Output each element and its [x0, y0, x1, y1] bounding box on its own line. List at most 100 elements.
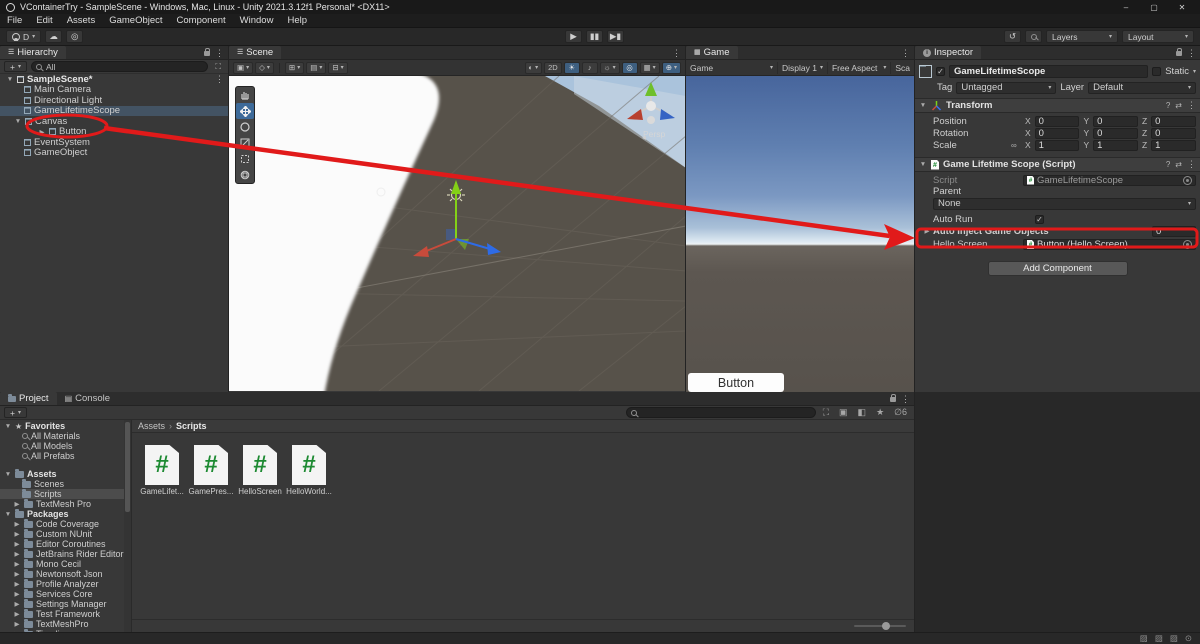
snap-settings-button[interactable]: ⊟ ▾	[328, 61, 348, 74]
foldout-closed-icon[interactable]: ▶	[13, 520, 21, 528]
tree-all-models[interactable]: All Models	[0, 441, 124, 451]
foldout-closed-icon[interactable]: ▶	[13, 500, 21, 508]
position-z-field[interactable]: 0	[1151, 115, 1196, 127]
position-y-field[interactable]: 0	[1093, 115, 1138, 127]
foldout-closed-icon[interactable]: ▶	[13, 600, 21, 608]
open-asset-icon[interactable]: ▣	[836, 407, 851, 418]
foldout-closed-icon[interactable]: ▶	[13, 560, 21, 568]
project-add-button[interactable]: + ▾	[4, 407, 27, 418]
component-menu-icon[interactable]: ⋮	[1187, 159, 1196, 170]
layers-dropdown[interactable]: Layers ▾	[1046, 30, 1118, 43]
rotate-tool-button[interactable]	[236, 119, 254, 135]
foldout-closed-icon[interactable]: ▶	[13, 530, 21, 538]
hierarchy-row-gameobject[interactable]: GameObject	[0, 147, 228, 158]
tree-scripts[interactable]: Scripts	[0, 488, 124, 499]
pivot-rotation-button[interactable]: ◇ ▾	[255, 61, 274, 74]
tree-all-materials[interactable]: All Materials	[0, 431, 124, 441]
object-picker-icon[interactable]	[1183, 175, 1192, 185]
gizmos-button[interactable]: ⊕ ▾	[661, 61, 681, 74]
active-checkbox[interactable]: ✓	[936, 66, 945, 76]
tool-settings-button[interactable]: ▣ ▾	[233, 61, 254, 74]
lock-icon[interactable]	[890, 394, 896, 402]
display-dropdown[interactable]: Display 1 ▾	[778, 61, 828, 74]
hierarchy-row-scene[interactable]: ▼ SampleScene* ⋮	[0, 74, 228, 85]
tree-scenes[interactable]: Scenes	[0, 478, 124, 489]
hierarchy-row-gamelifetimescope[interactable]: GameLifetimeScope	[0, 105, 228, 116]
search-button[interactable]	[1025, 30, 1042, 43]
persp-label[interactable]: Persp	[643, 129, 665, 139]
project-tree-scrollbar[interactable]	[124, 420, 131, 632]
presets-icon[interactable]: ⇄	[1175, 101, 1182, 110]
object-picker-icon[interactable]	[1183, 240, 1192, 249]
tree-package-item[interactable]: ▶ Custom NUnit	[0, 528, 124, 539]
rotation-x-field[interactable]: 0	[1034, 127, 1080, 139]
search-by-type-icon[interactable]: ⛶	[820, 407, 832, 418]
panel-menu-icon[interactable]: ⋮	[901, 48, 910, 59]
file-item[interactable]: # HelloWorld...	[286, 445, 332, 619]
label-filter-icon[interactable]: ◧	[855, 407, 870, 418]
project-search-input[interactable]	[625, 407, 816, 418]
chevron-down-icon[interactable]: ▾	[1193, 68, 1196, 75]
scale-y-field[interactable]: 1	[1093, 139, 1138, 151]
camera-settings-button[interactable]: ▦ ▾	[639, 61, 660, 74]
hierarchy-search-input[interactable]: All	[30, 61, 209, 72]
game-viewport[interactable]: Button	[686, 76, 914, 392]
file-item[interactable]: # GameLifet...	[140, 445, 184, 619]
foldout-closed-icon[interactable]: ▶	[13, 550, 21, 558]
foldout-closed-icon[interactable]: ▶	[13, 570, 21, 578]
tree-package-item[interactable]: ▶ Settings Manager	[0, 598, 124, 609]
tab-scene[interactable]: ☰ Scene	[229, 46, 282, 59]
play-button[interactable]: ▶	[565, 30, 582, 43]
hierarchy-row-directional-light[interactable]: Directional Light	[0, 95, 228, 106]
hierarchy-row-canvas[interactable]: ▼ Canvas	[0, 116, 228, 127]
menu-help[interactable]: Help	[280, 14, 314, 28]
tree-package-item[interactable]: ▶ Mono Cecil	[0, 558, 124, 569]
foldout-closed-icon[interactable]: ▶	[13, 540, 21, 548]
menu-file[interactable]: File	[0, 14, 29, 28]
lighting-toggle-button[interactable]: ☀	[563, 61, 580, 74]
scale-tool-button[interactable]	[236, 135, 254, 151]
help-icon[interactable]: ?	[1166, 160, 1170, 169]
breadcrumb-scripts[interactable]: Scripts	[176, 421, 207, 431]
move-tool-button[interactable]	[236, 103, 254, 119]
draw-mode-button[interactable]: ◐ ▾	[524, 61, 543, 74]
auto-run-checkbox[interactable]: ✓	[1035, 214, 1044, 224]
hidden-count-badge[interactable]: ∅6	[891, 407, 910, 418]
scale-link-icon[interactable]: ∞	[1011, 141, 1021, 150]
foldout-closed-icon[interactable]: ▶	[13, 580, 21, 588]
presets-icon[interactable]: ⇄	[1175, 160, 1182, 169]
foldout-closed-icon[interactable]: ▶	[38, 128, 46, 136]
scene-menu-icon[interactable]: ⋮	[215, 74, 228, 85]
cloud-button[interactable]: ☁	[45, 30, 63, 43]
hierarchy-row-button[interactable]: ▶ Button	[0, 126, 228, 137]
thumbnail-size-slider[interactable]	[854, 622, 906, 630]
tag-dropdown[interactable]: Untagged ▾	[956, 81, 1057, 94]
cache-server-icon[interactable]: ▨	[1140, 633, 1148, 644]
tab-project[interactable]: Project	[0, 392, 57, 405]
foldout-closed-icon[interactable]: ▶	[13, 610, 21, 618]
panel-menu-icon[interactable]: ⋮	[672, 48, 681, 59]
panel-menu-icon[interactable]: ⋮	[901, 394, 910, 405]
search-window-icon[interactable]: ⛶	[212, 62, 224, 72]
breadcrumb-assets[interactable]: Assets	[138, 421, 165, 431]
transform-tool-button[interactable]	[236, 167, 254, 183]
game-mode-dropdown[interactable]: Game ▾	[686, 61, 778, 74]
tab-game[interactable]: ▦ Game	[686, 46, 738, 59]
tree-package-item[interactable]: ▶ Editor Coroutines	[0, 538, 124, 549]
hand-tool-button[interactable]	[236, 87, 254, 103]
tree-package-item[interactable]: ▶ Code Coverage	[0, 518, 124, 529]
tree-package-item[interactable]: ▶ TextMeshPro	[0, 618, 124, 629]
lock-icon[interactable]	[204, 48, 210, 56]
scale-z-field[interactable]: 1	[1151, 139, 1196, 151]
help-icon[interactable]: ?	[1166, 101, 1170, 110]
tree-package-item[interactable]: ▶ Services Core	[0, 588, 124, 599]
position-x-field[interactable]: 0	[1034, 115, 1080, 127]
foldout-closed-icon[interactable]: ▶	[13, 620, 21, 628]
minimize-button[interactable]: –	[1112, 3, 1140, 12]
transform-component-header[interactable]: ▼ Transform ? ⇄ ⋮	[915, 98, 1200, 113]
tree-package-item[interactable]: ▶ Newtonsoft Json	[0, 568, 124, 579]
foldout-open-icon[interactable]: ▼	[4, 471, 12, 478]
tree-package-item[interactable]: ▶ Test Framework	[0, 608, 124, 619]
effects-toggle-button[interactable]: ☼ ▾	[599, 61, 620, 74]
tab-console[interactable]: ▤ Console	[56, 392, 118, 405]
